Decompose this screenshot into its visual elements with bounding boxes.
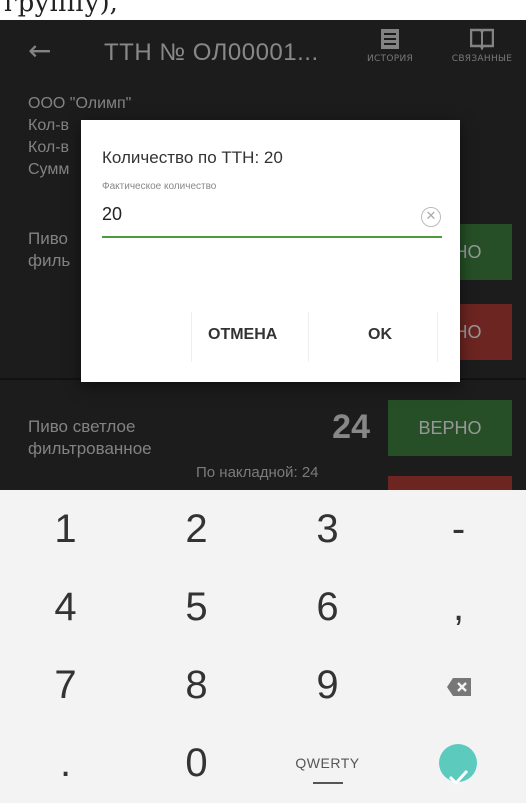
key-6[interactable]: 6 [262, 568, 393, 646]
key-9[interactable]: 9 [262, 646, 393, 724]
key-8[interactable]: 8 [131, 646, 262, 724]
app-screen: ← ТТН № ОЛ00001... ИСТОРИЯ СВЯЗАННЫЕ ООО… [0, 20, 526, 803]
qwerty-switch-key[interactable]: QWERTY [262, 724, 393, 802]
actual-quantity-label: Фактическое количество [102, 181, 217, 192]
key-7[interactable]: 7 [0, 646, 131, 724]
dialog-title: Количество по ТТН: 20 [102, 148, 283, 167]
dialog-separator [191, 312, 192, 362]
key-comma[interactable]: , [393, 568, 524, 646]
done-key[interactable] [393, 724, 524, 802]
ok-button[interactable]: OK [368, 326, 392, 344]
key-4[interactable]: 4 [0, 568, 131, 646]
check-icon [439, 744, 477, 786]
backspace-key[interactable] [393, 646, 524, 724]
actual-quantity-input[interactable] [102, 198, 442, 238]
key-1[interactable]: 1 [0, 490, 131, 568]
cancel-button[interactable]: ОТМЕНА [208, 326, 277, 344]
key-2[interactable]: 2 [131, 490, 262, 568]
numeric-keyboard: 1 2 3 - 4 5 6 , 7 8 9 . 0 QWERTY [0, 490, 526, 803]
dialog-separator [308, 312, 309, 362]
backspace-icon [446, 678, 471, 697]
key-dot[interactable]: . [0, 724, 131, 802]
qwerty-indicator [312, 782, 343, 784]
clipped-text-above: группу), [0, 0, 526, 20]
dialog-separator [437, 312, 438, 362]
key-3[interactable]: 3 [262, 490, 393, 568]
key-0[interactable]: 0 [131, 724, 262, 802]
qwerty-label: QWERTY [295, 755, 360, 771]
key-5[interactable]: 5 [131, 568, 262, 646]
clipped-text: группу), [4, 0, 118, 18]
key-minus[interactable]: - [393, 490, 524, 568]
clear-icon[interactable]: ✕ [421, 207, 441, 227]
quantity-dialog: Количество по ТТН: 20 Фактическое количе… [81, 120, 460, 382]
